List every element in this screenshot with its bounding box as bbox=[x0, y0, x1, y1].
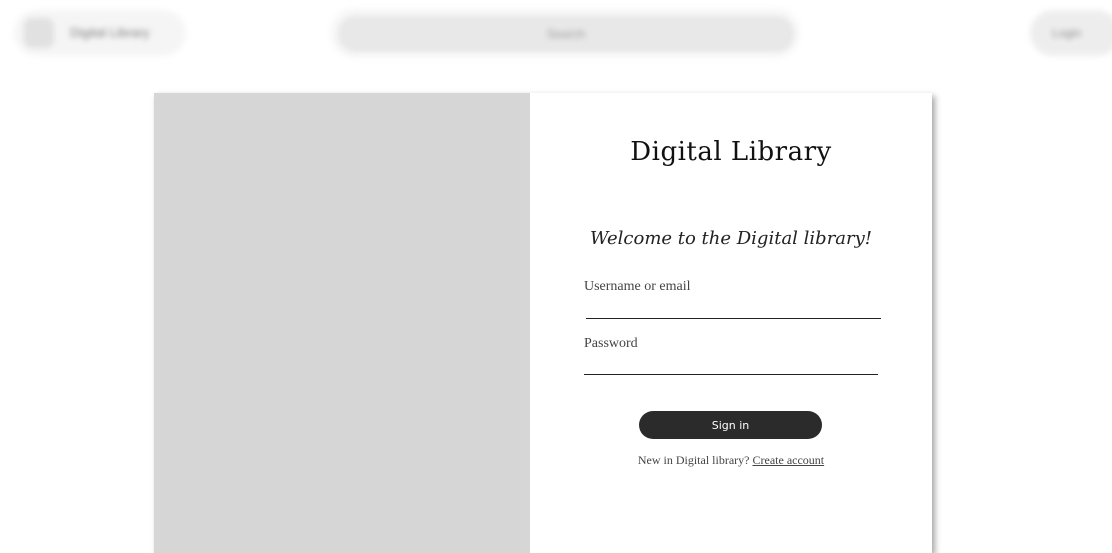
welcome-message: Welcome to the Digital library! bbox=[589, 228, 873, 249]
login-image-placeholder bbox=[154, 93, 530, 553]
header-login-button[interactable]: Login bbox=[1030, 10, 1112, 56]
username-label: Username or email bbox=[584, 279, 691, 294]
create-account-link[interactable]: Create account bbox=[753, 453, 825, 467]
search-container bbox=[330, 8, 800, 58]
password-label: Password bbox=[584, 336, 638, 351]
search-input[interactable] bbox=[338, 16, 794, 52]
top-navigation-bar: Digital Library Login bbox=[0, 0, 1112, 70]
login-form: Digital Library Welcome to the Digital l… bbox=[530, 93, 932, 553]
app-logo-link[interactable]: Digital Library bbox=[14, 10, 186, 56]
login-title: Digital Library bbox=[630, 137, 832, 167]
sign-in-button[interactable]: Sign in bbox=[639, 411, 822, 439]
new-user-prompt: New in Digital library? bbox=[637, 453, 750, 467]
app-name: Digital Library bbox=[70, 25, 150, 40]
create-account-row: New in Digital library? Create account bbox=[530, 453, 932, 468]
password-field[interactable] bbox=[584, 356, 878, 375]
login-card: Digital Library Welcome to the Digital l… bbox=[154, 93, 932, 553]
library-logo-icon bbox=[24, 18, 54, 48]
username-field[interactable] bbox=[586, 300, 881, 319]
